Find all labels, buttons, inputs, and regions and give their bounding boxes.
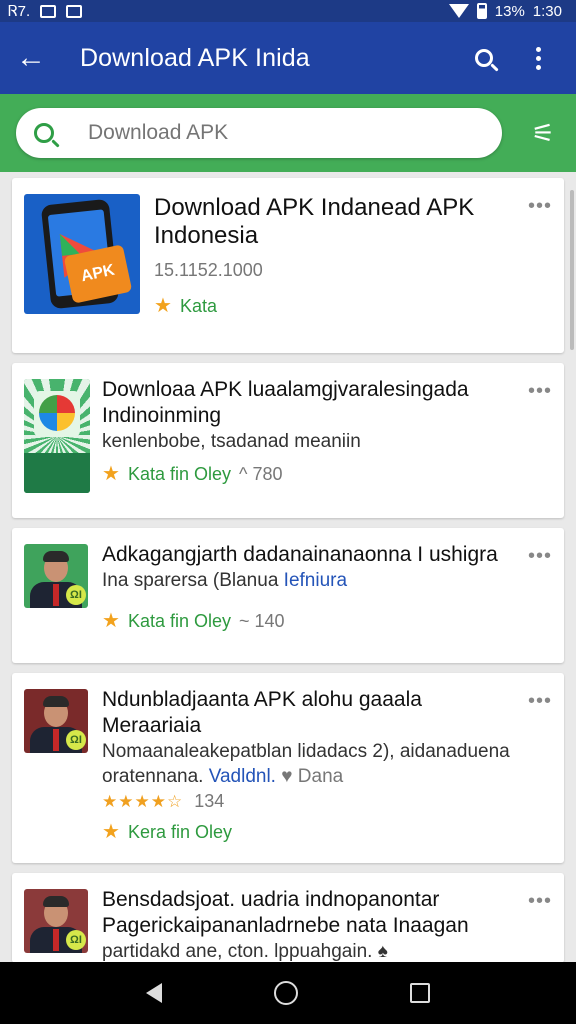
item-subtitle-2: oratennana. Vadldnl. ♥ Dana [102, 766, 344, 787]
scrollbar[interactable] [570, 190, 574, 350]
rating-label: Kata [179, 296, 217, 316]
search-box[interactable] [16, 108, 503, 158]
status-time: 1:30 [532, 2, 562, 20]
star-icon: ★ [102, 821, 120, 843]
nav-home-icon[interactable] [274, 981, 298, 1005]
stars-count: 134 [194, 791, 225, 811]
rating-count: ^ 780 [239, 464, 283, 484]
more-horiz-icon[interactable]: ••• [528, 381, 552, 401]
app-bar: ← Download APK Inida [0, 22, 576, 94]
status-carrier-text: Ꮢ7. [8, 2, 31, 20]
list-item[interactable]: ΩΙ Adkagangjarth dadanainanaonna I ushig… [12, 528, 564, 663]
wifi-icon [448, 4, 469, 18]
subtitle-link[interactable]: Iefniura [284, 570, 347, 591]
nav-recent-icon[interactable] [410, 983, 430, 1003]
app-badge-icon: ΩΙ [66, 930, 86, 950]
item-rating: ★ Kata ﬁn Oley ^ 780 [102, 462, 526, 486]
nav-back-icon[interactable] [146, 983, 162, 1003]
page-title: Download APK Inida [80, 43, 310, 72]
item-rating: ★ Kata ﬁn Oley ~ 140 [102, 609, 526, 633]
search-icon [34, 123, 54, 143]
more-horiz-icon[interactable]: ••• [528, 691, 552, 711]
item-title-2: Indinoinming [102, 404, 222, 427]
item-subtitle: Nomaanaleakepatblan lidadacs 2), aidanad… [102, 741, 510, 762]
status-right: 13% 1:30 [448, 2, 562, 20]
image-icon [66, 4, 83, 18]
item-title: Adkagangjarth dadanainanaonna I ushigra [102, 543, 498, 566]
search-button[interactable] [462, 36, 506, 80]
search-input[interactable] [88, 121, 468, 145]
app-icon: APK [24, 194, 140, 314]
list-item[interactable]: ΩΙ Bensdadsjoat. uadria indnopanontar Pa… [12, 873, 564, 963]
more-horiz-icon[interactable]: ••• [528, 196, 552, 216]
item-title: Ndunbladjaanta APK alohu gaaala [102, 688, 422, 711]
rating-label: Kata ﬁn Oley [127, 464, 231, 484]
star-icon: ★ [102, 463, 120, 485]
status-bar: Ꮢ7. 13% 1:30 [0, 0, 576, 22]
item-subtitle: partidakd ane, cton. lppuahgain. ♠ [102, 941, 388, 962]
search-icon [475, 49, 493, 67]
subtitle-link[interactable]: Vadldnl. [209, 766, 276, 787]
more-horiz-icon[interactable]: ••• [528, 546, 552, 566]
item-title: Downloaa APK luaalamgjvaralesingada [102, 378, 469, 401]
notification-icon [40, 4, 57, 18]
list-item[interactable]: APK Download APK Indanead APK Indonesia … [12, 178, 564, 353]
item-rating: ★ Kata [154, 294, 526, 318]
rating-label: Kera ﬁn Oley [127, 822, 232, 842]
item-title: Download APK Indanead APK Indonesia [154, 194, 475, 249]
overflow-menu-button[interactable] [516, 36, 560, 80]
list-item[interactable]: ΩΙ Ndunbladjaanta APK alohu gaaala Meraa… [12, 673, 564, 863]
item-rating: ★ Kera ﬁn Oley [102, 820, 526, 844]
rating-count: ~ 140 [239, 611, 285, 631]
navigation-bar [0, 962, 576, 1024]
item-version: 15.1152.1000 [154, 260, 263, 280]
more-vert-icon [535, 46, 541, 70]
results-list: APK Download APK Indanead APK Indonesia … [12, 178, 564, 973]
search-band: ⚟ [0, 94, 576, 172]
app-icon [24, 379, 90, 493]
arrow-back-icon[interactable]: ← [16, 43, 56, 73]
star-icon: ★ [154, 295, 172, 317]
item-title-2: Meraariaia [102, 714, 202, 737]
magic-wand-icon[interactable]: ⚟ [526, 118, 560, 149]
item-title-2: Pagerickaipananladrnebe nata Inaagan [102, 914, 469, 937]
app-badge-icon: ΩΙ [66, 585, 86, 605]
star-icon: ★ [102, 610, 120, 632]
battery-icon [476, 3, 487, 19]
star-rating: ★★★★☆ 134 [102, 789, 526, 814]
avatar: ΩΙ [24, 889, 88, 953]
avatar: ΩΙ [24, 544, 88, 608]
item-title: Bensdadsjoat. uadria indnopanontar [102, 888, 440, 911]
avatar: ΩΙ [24, 689, 88, 753]
item-subtitle: Ina sparersa (Blanua Iefniura [102, 570, 348, 591]
battery-percent: 13% [494, 2, 525, 20]
item-subtitle: kenlenbobe, tsadanad meaniin [102, 431, 361, 452]
more-horiz-icon[interactable]: ••• [528, 891, 552, 911]
app-badge-icon: ΩΙ [66, 730, 86, 750]
status-left: Ꮢ7. [8, 2, 83, 20]
stars-icon: ★★★★☆ [102, 792, 184, 811]
rating-label: Kata ﬁn Oley [127, 611, 231, 631]
list-item[interactable]: Downloaa APK luaalamgjvaralesingada Indi… [12, 363, 564, 518]
